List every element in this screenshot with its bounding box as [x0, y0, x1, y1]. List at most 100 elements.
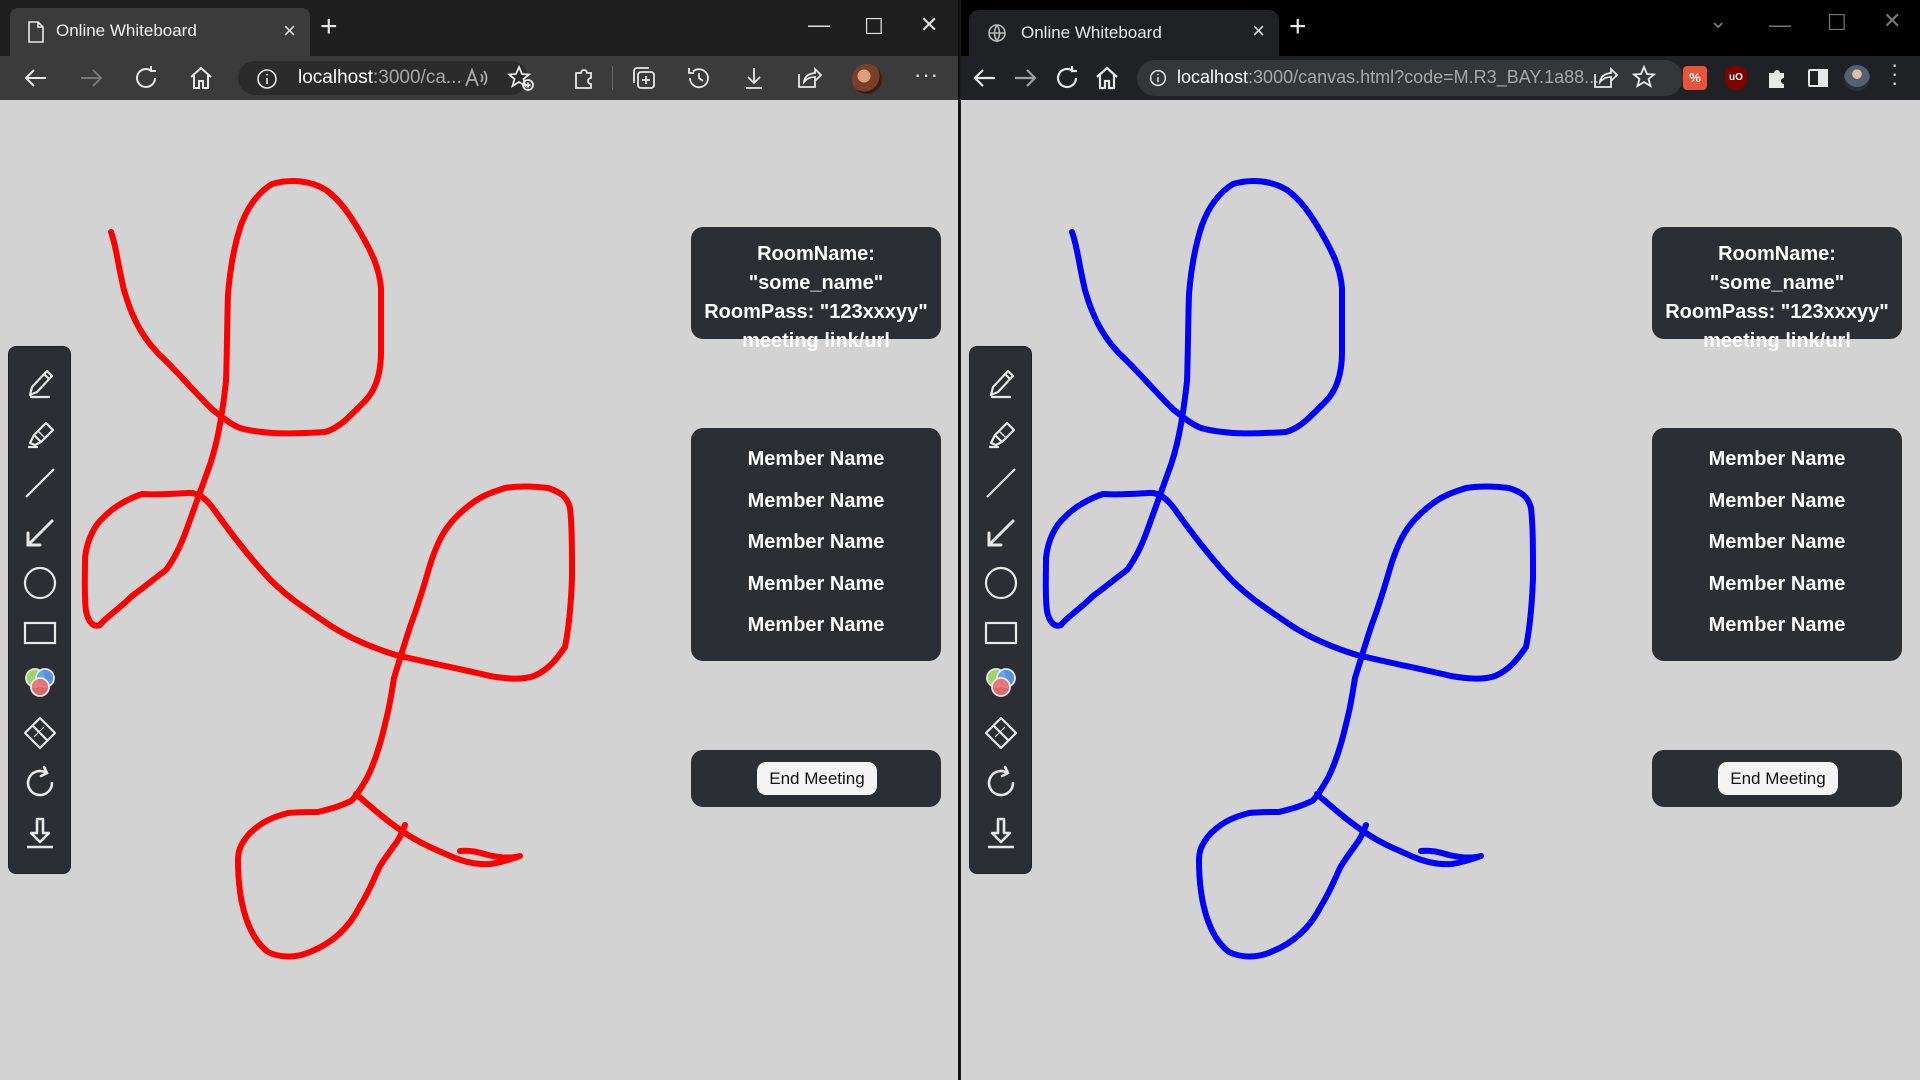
chrome-browser-window: Online Whiteboard × + ⌄ — ☐ ✕ localhost:…: [961, 0, 1920, 1080]
highlighter-icon[interactable]: [20, 413, 60, 453]
read-aloud-icon[interactable]: [462, 64, 490, 92]
maximize-icon[interactable]: ☐: [864, 14, 884, 40]
pencil-icon[interactable]: [981, 363, 1021, 403]
extensions-puzzle-icon[interactable]: [1763, 64, 1791, 92]
new-tab-icon[interactable]: +: [1289, 12, 1307, 42]
side-panel-icon[interactable]: [1804, 64, 1832, 92]
line-icon[interactable]: [20, 463, 60, 503]
tool-palette: [969, 346, 1032, 874]
browser-tab[interactable]: Online Whiteboard ×: [969, 10, 1279, 56]
member-name: Member Name: [1708, 572, 1846, 595]
profile-avatar[interactable]: [1844, 65, 1870, 91]
url-host: localhost: [1177, 67, 1249, 87]
eraser-icon[interactable]: [981, 713, 1021, 753]
info-icon[interactable]: [1149, 69, 1167, 87]
member-name: Member Name: [747, 489, 885, 512]
end-meeting-button[interactable]: End Meeting: [757, 762, 877, 795]
rectangle-icon[interactable]: [20, 613, 60, 653]
tab-title: Online Whiteboard: [56, 21, 197, 40]
arrow-icon[interactable]: [20, 513, 60, 553]
maximize-icon[interactable]: ☐: [1827, 10, 1847, 36]
history-icon[interactable]: [685, 64, 713, 92]
bookmark-star-icon[interactable]: [1630, 64, 1658, 92]
download-icon[interactable]: [20, 813, 60, 853]
extensions-icon[interactable]: [570, 64, 598, 92]
reload-icon[interactable]: [1053, 64, 1081, 92]
member-name: Member Name: [1708, 448, 1846, 470]
room-pass: RoomPass: "123xxxyy": [1665, 301, 1889, 323]
pencil-icon[interactable]: [20, 363, 60, 403]
refresh-icon[interactable]: [20, 763, 60, 803]
whiteboard-canvas[interactable]: RoomName: "some_name" RoomPass: "123xxxy…: [0, 100, 958, 1080]
menu-kebab-icon[interactable]: · · ·: [1891, 54, 1898, 94]
color-picker-icon[interactable]: [981, 663, 1021, 703]
circle-icon[interactable]: [20, 563, 60, 603]
navigation-toolbar: localhost:3000/canvas.html?code=M.R3_BAY…: [961, 54, 1920, 100]
arrow-icon[interactable]: [981, 513, 1021, 553]
forward-icon[interactable]: [77, 64, 105, 92]
minimize-icon[interactable]: —: [1769, 12, 1791, 38]
meeting-link[interactable]: meeting link/url: [691, 327, 941, 356]
forward-icon[interactable]: [1011, 64, 1039, 92]
downloads-icon[interactable]: [740, 64, 768, 92]
share-icon[interactable]: [1591, 64, 1619, 92]
url-host: localhost: [298, 67, 373, 88]
end-meeting-button[interactable]: End Meeting: [1718, 762, 1838, 795]
back-icon[interactable]: [971, 64, 999, 92]
refresh-icon[interactable]: [981, 763, 1021, 803]
globe-icon: [988, 24, 1006, 43]
browser-tab[interactable]: Online Whiteboard ×: [10, 8, 310, 56]
close-tab-icon[interactable]: ×: [283, 18, 296, 44]
close-tab-icon[interactable]: ×: [1252, 18, 1265, 44]
members-panel: Member Name Member Name Member Name Memb…: [1652, 428, 1902, 661]
minimize-icon[interactable]: —: [808, 12, 830, 38]
end-meeting-panel: End Meeting: [1652, 750, 1902, 807]
ublock-shield-icon[interactable]: uO: [1725, 66, 1747, 90]
rectangle-icon[interactable]: [981, 613, 1021, 653]
edge-browser-window: Online Whiteboard × + — ☐ ✕ localhost:30…: [0, 0, 960, 1080]
end-meeting-panel: End Meeting: [691, 750, 941, 807]
line-icon[interactable]: [981, 463, 1021, 503]
member-name: Member Name: [1708, 614, 1846, 636]
close-window-icon[interactable]: ✕: [1883, 8, 1901, 34]
freehand-stroke: [1042, 178, 1536, 960]
url-path: :3000/canvas.html?code=M.R3_BAY.1a88...: [1248, 67, 1600, 87]
room-name: RoomName: "some_name": [1709, 243, 1845, 294]
members-panel: Member Name Member Name Member Name Memb…: [691, 428, 941, 661]
member-name: Member Name: [1708, 531, 1846, 553]
tab-title: Online Whiteboard: [1021, 23, 1162, 42]
download-icon[interactable]: [981, 813, 1021, 853]
favorite-add-icon[interactable]: [507, 64, 535, 92]
meeting-link[interactable]: meeting link/url: [1652, 327, 1902, 356]
collections-icon[interactable]: [630, 64, 658, 92]
extension-red-icon[interactable]: %: [1683, 66, 1707, 90]
room-name: RoomName: "some_name": [748, 243, 884, 294]
member-name: Member Name: [747, 614, 885, 636]
share-icon[interactable]: [795, 64, 823, 92]
navigation-toolbar: localhost:3000/ca... ···: [0, 56, 958, 100]
freehand-stroke-tail: [1314, 791, 1484, 868]
member-name: Member Name: [747, 531, 885, 553]
toolbar-divider: [612, 66, 613, 90]
member-name: Member Name: [1708, 489, 1846, 512]
refresh-icon[interactable]: [132, 64, 160, 92]
whiteboard-canvas[interactable]: RoomName: "some_name" RoomPass: "123xxxy…: [961, 100, 1920, 1080]
freehand-stroke: [81, 178, 575, 960]
member-name: Member Name: [747, 572, 885, 595]
tab-bar: Online Whiteboard × + — ☐ ✕: [0, 0, 958, 56]
more-options-icon[interactable]: ···: [914, 62, 939, 88]
close-window-icon[interactable]: ✕: [920, 12, 938, 38]
circle-icon[interactable]: [981, 563, 1021, 603]
new-tab-icon[interactable]: +: [320, 12, 338, 42]
color-picker-icon[interactable]: [20, 663, 60, 703]
home-icon[interactable]: [187, 64, 215, 92]
back-icon[interactable]: [22, 64, 50, 92]
eraser-icon[interactable]: [20, 713, 60, 753]
home-icon[interactable]: [1093, 64, 1121, 92]
page-icon: [28, 21, 44, 43]
highlighter-icon[interactable]: [981, 413, 1021, 453]
info-icon[interactable]: [256, 68, 278, 90]
profile-avatar[interactable]: [852, 64, 882, 94]
tab-search-icon[interactable]: ⌄: [1709, 8, 1727, 34]
room-info-panel: RoomName: "some_name" RoomPass: "123xxxy…: [691, 227, 941, 352]
